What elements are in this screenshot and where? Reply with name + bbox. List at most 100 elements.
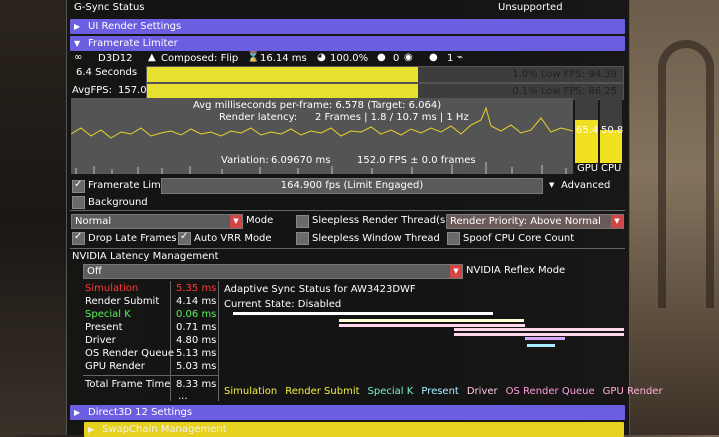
chevron-right-icon: ▶: [74, 22, 81, 31]
latency-row-label: OS Render Queue: [85, 348, 175, 359]
limiter-mode-value: Normal: [75, 216, 112, 227]
api-label: D3D12: [98, 53, 133, 64]
spoof-cpu-label: Spoof CPU Core Count: [463, 233, 575, 244]
reflex-mode-value: Off: [87, 266, 102, 277]
chevron-down-icon: ▼: [74, 39, 81, 48]
gsync-status-value: Unsupported: [498, 2, 563, 13]
timeline-driver: [454, 333, 624, 336]
latency-row-label: Render Submit: [85, 296, 160, 307]
timeline-gpu-render: [527, 344, 555, 347]
latency-row-value: 5.35 ms: [176, 283, 217, 294]
background-right: [628, 0, 719, 435]
render-priority-select[interactable]: Render Priority: Above Normal ▼: [446, 214, 624, 229]
controller-count: 1: [447, 53, 454, 64]
total-frame-time-label: Total Frame Time: [85, 379, 171, 390]
dropdown-arrow-icon: ▼: [611, 215, 623, 228]
reflex-mode-select[interactable]: Off ▼: [83, 264, 463, 279]
latency-row-label: Present: [85, 322, 123, 333]
variation-value: 6.09670 ms: [271, 155, 331, 166]
legend-item: Special K: [367, 386, 414, 397]
low-1pct-fps-text: 1.0% Low FPS: 94.39: [512, 69, 617, 80]
controller-icon: ●: [429, 52, 438, 63]
sleepless-render-checkbox[interactable]: [296, 215, 309, 228]
timeline-present: [454, 328, 624, 331]
low-1pct-fps-fill: [147, 67, 419, 82]
latency-row-value: 5.03 ms: [176, 361, 217, 372]
cpu-label: CPU: [601, 163, 622, 174]
timeline-simulation: [233, 312, 493, 315]
link-icon: ∞: [74, 52, 83, 63]
latency-row-value: 4.14 ms: [176, 296, 217, 307]
latency-row-value: 4.80 ms: [176, 335, 217, 346]
framerate-limiter-header[interactable]: ▼ Framerate Limiter: [70, 36, 625, 51]
avg-fps-value: 157.0: [118, 85, 147, 96]
gpu-load-meter: 65.4: [575, 98, 598, 163]
adaptive-sync-title: Adaptive Sync Status for AW3423DWF: [224, 284, 416, 295]
avg-ms-text: Avg milliseconds per-frame: 6.578 (Targe…: [193, 100, 442, 111]
percent-label: 100.0%: [330, 53, 369, 64]
hourglass-icon: ⌛: [247, 52, 260, 63]
latency-management-title: NVIDIA Latency Management: [72, 251, 219, 262]
gsync-status-label: G-Sync Status: [74, 2, 145, 13]
framerate-limit-checkbox[interactable]: [72, 179, 85, 193]
legend-item: Render Submit: [285, 386, 360, 397]
latency-timeline: [233, 312, 624, 347]
fps-limit-text: 164.900 fps (Limit Engaged): [280, 180, 424, 191]
low-01pct-fps-text: 0.1% Low FPS: 86.25: [512, 86, 617, 97]
cpu-load-meter: 50.8: [600, 98, 624, 163]
reflex-mode-label: NVIDIA Reflex Mode: [466, 265, 566, 276]
avg-fps-label: AvgFPS:: [72, 85, 113, 96]
dropdown-arrow-icon: ▼: [230, 215, 242, 228]
disc-icon: ◉: [404, 52, 413, 63]
warning-icon: ▲: [148, 52, 156, 63]
render-priority-value: Render Priority: Above Normal: [450, 216, 601, 227]
legend-item: Simulation: [224, 386, 278, 397]
chevron-down-icon: ▼: [549, 181, 555, 189]
low-1pct-fps-bar: 1.0% Low FPS: 94.39: [146, 66, 624, 83]
latency-row-value: 0.06 ms: [176, 309, 217, 320]
gamepad-count: 0: [393, 53, 400, 64]
ellipsis-text: ...: [178, 391, 188, 402]
gamepad-icon: ●: [377, 52, 386, 63]
divider: [70, 248, 625, 249]
chevron-right-icon: ▶: [74, 408, 81, 417]
timeline-render-submit: [339, 319, 524, 322]
advanced-toggle[interactable]: Advanced: [561, 180, 610, 191]
legend-item: Present: [421, 386, 459, 397]
frametime-label: 16.14 ms: [260, 53, 307, 64]
d3d12-settings-header[interactable]: ▶ Direct3D 12 Settings: [70, 405, 625, 420]
seconds-label: 6.4 Seconds: [76, 67, 138, 78]
auto-vrr-label: Auto VRR Mode: [194, 233, 272, 244]
drop-late-frames-checkbox[interactable]: [72, 231, 85, 245]
latency-row-label: GPU Render: [85, 361, 145, 372]
divider: [83, 375, 218, 376]
fps-limit-slider[interactable]: 164.900 fps (Limit Engaged): [161, 178, 543, 194]
sleepless-render-label: Sleepless Render Thread(s): [312, 215, 450, 226]
timeline-os-render-queue: [525, 337, 565, 340]
drop-late-frames-label: Drop Late Frames: [88, 233, 177, 244]
variation-label: Variation:: [221, 155, 269, 166]
cpu-load-value: 50.8: [601, 125, 624, 136]
clock-icon: ◕: [317, 52, 326, 63]
latency-label: Render latency:: [219, 112, 298, 123]
timeline-legend: Simulation Render Submit Special K Present D…: [224, 386, 671, 397]
mode-label: Mode: [246, 215, 274, 226]
frametime-graph: Avg milliseconds per-frame: 6.578 (Targe…: [70, 98, 574, 174]
background-checkbox[interactable]: [72, 196, 85, 209]
spoof-cpu-checkbox[interactable]: [447, 232, 460, 245]
auto-vrr-checkbox[interactable]: [178, 231, 191, 245]
sleepless-window-checkbox[interactable]: [296, 232, 309, 245]
gpu-label: GPU: [577, 163, 599, 174]
legend-item: GPU Render: [602, 386, 663, 397]
background-left: [0, 0, 66, 435]
latency-row-label: Driver: [85, 335, 116, 346]
usb-icon: ⌁: [457, 52, 464, 63]
dropdown-arrow-icon: ▼: [450, 265, 462, 278]
timeline-special-k: [339, 324, 525, 327]
low-01pct-fps-fill: [147, 84, 419, 99]
latency-value: 2 Frames | 1.8 / 10.7 ms | 1 Hz: [315, 112, 469, 123]
limiter-mode-select[interactable]: Normal ▼: [71, 214, 243, 229]
sleepless-window-label: Sleepless Window Thread: [312, 233, 440, 244]
section-title: UI Render Settings: [88, 21, 182, 32]
ui-render-settings-header[interactable]: ▶ UI Render Settings: [70, 19, 625, 34]
